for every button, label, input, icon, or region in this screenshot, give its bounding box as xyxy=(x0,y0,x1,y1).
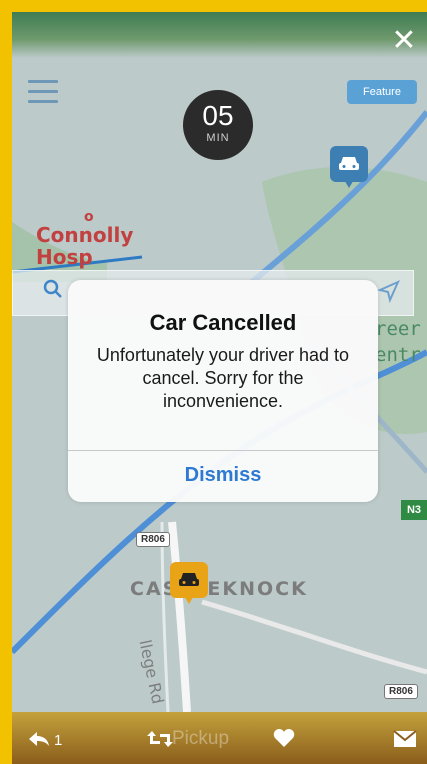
eta-value: 05 xyxy=(202,100,234,131)
eta-unit: MIN xyxy=(206,132,230,144)
reply-icon[interactable] xyxy=(28,730,50,748)
bottom-action-bar: Pickup 1 xyxy=(12,712,427,764)
feature-button[interactable]: Feature xyxy=(347,80,417,104)
background-text: Pickup xyxy=(172,728,230,749)
dismiss-button[interactable]: Dismiss xyxy=(68,464,378,487)
reply-count: 1 xyxy=(54,732,63,749)
app-screen: ✕ Feature 05 MIN o Connolly Hosp reer en… xyxy=(12,12,427,764)
road-label: R806 xyxy=(136,532,170,547)
poi-name: Connolly xyxy=(36,223,134,247)
road-label: R806 xyxy=(384,684,418,699)
car-icon xyxy=(179,573,199,586)
place-label: CASTLEKNOCK xyxy=(130,578,308,600)
poi-marker-icon: o xyxy=(84,209,94,225)
device-frame: ✕ Feature 05 MIN o Connolly Hosp reer en… xyxy=(0,0,427,764)
road-sign: N3 xyxy=(401,500,427,520)
hamburger-icon[interactable] xyxy=(28,80,58,104)
heart-icon[interactable] xyxy=(273,728,295,748)
status-bar xyxy=(12,12,427,58)
poi-label: o Connolly Hosp xyxy=(36,210,133,268)
driver-car-pin[interactable] xyxy=(330,146,368,190)
eta-timer: 05 MIN xyxy=(183,90,253,160)
dialog-title: Car Cancelled xyxy=(149,310,297,335)
map-label-green-2: entr xyxy=(375,344,421,366)
poi-name-line2: Hosp xyxy=(36,245,93,269)
dialog-divider xyxy=(68,450,378,451)
message-icon[interactable] xyxy=(393,730,417,748)
retweet-icon[interactable] xyxy=(146,729,174,749)
map-label-green: reer xyxy=(375,318,421,340)
search-icon[interactable] xyxy=(43,279,63,299)
car-icon xyxy=(339,157,359,170)
locate-arrow-icon[interactable] xyxy=(377,279,401,303)
pickup-car-pin[interactable] xyxy=(170,562,208,606)
dialog-message: Unfortunately your driver had to cancel.… xyxy=(96,345,350,411)
car-cancelled-dialog: Car Cancelled Unfortunately your driver … xyxy=(68,280,378,502)
close-icon[interactable]: ✕ xyxy=(389,26,419,56)
